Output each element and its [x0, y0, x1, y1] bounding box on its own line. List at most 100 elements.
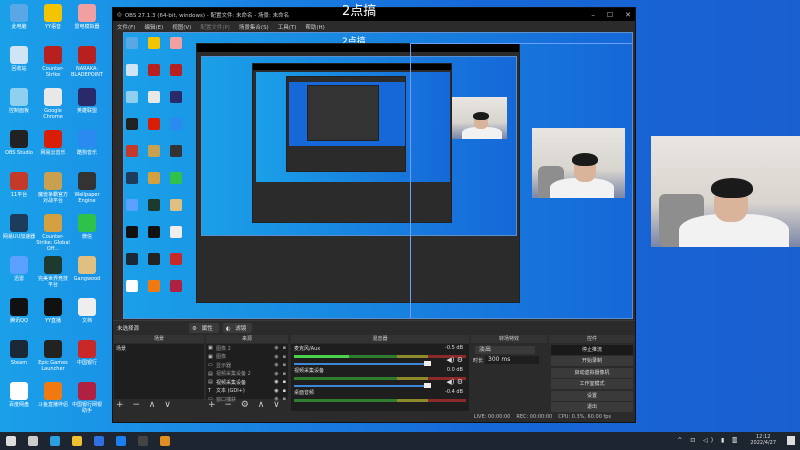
menu-edit[interactable]: 编辑(E) — [144, 23, 163, 31]
menu-scene-collection[interactable]: 场景集合(S) — [239, 23, 269, 31]
windows-icon[interactable] — [6, 436, 16, 446]
desktop-icon[interactable]: Wallpaper Engine — [70, 172, 104, 204]
maximize-button[interactable]: ☐ — [607, 11, 613, 19]
desktop-icon[interactable]: 文档 — [70, 298, 104, 324]
menu-profile[interactable]: 配置文件(P) — [200, 23, 230, 31]
speaker-icon[interactable]: ◀) ⚙ — [446, 378, 463, 386]
meter-level — [294, 355, 350, 358]
app-icon[interactable] — [94, 436, 104, 446]
desktop-icon[interactable]: 网易云音乐 — [36, 130, 70, 156]
source-item[interactable]: T 文本 (GDI+) ◉ ▪ — [206, 387, 288, 396]
source-item[interactable]: ▣ 图像 2 ◉ ▪ — [206, 344, 288, 353]
desktop-icon[interactable]: 11平台 — [2, 172, 36, 198]
app2-icon[interactable] — [160, 436, 170, 446]
preview-canvas[interactable]: 2点搞 — [123, 32, 633, 319]
system-tray[interactable]: ^ ⊡ ◁) ▮ 🀫 — [677, 437, 740, 445]
menu-help[interactable]: 帮助(H) — [305, 23, 324, 31]
notification-icon[interactable] — [787, 436, 795, 445]
desktop-icon[interactable]: Steam — [2, 340, 36, 366]
desktop-icon[interactable]: 魔兽争霸官方对战平台 — [36, 172, 70, 204]
eye-icon[interactable]: ◉ — [274, 345, 278, 351]
control-button[interactable]: 设置 — [551, 390, 633, 401]
lock-icon[interactable]: ▪ — [283, 388, 286, 394]
edge-icon[interactable] — [50, 436, 60, 446]
transition-select[interactable]: 淡出 — [475, 346, 535, 354]
eye-icon[interactable]: ◉ — [274, 379, 278, 385]
desktop-icon[interactable]: 斗鱼直播伴侣 — [36, 382, 70, 408]
desktop-icon[interactable]: 中国银行 — [70, 340, 104, 366]
eye-icon[interactable]: ◉ — [274, 371, 278, 377]
desktop-icon[interactable]: Counter-Strike — [36, 46, 70, 78]
close-button[interactable]: ✕ — [625, 11, 631, 19]
eye-icon[interactable]: ◉ — [274, 354, 278, 360]
desktop-icon[interactable]: NARAKA: BLADEPOINT — [70, 46, 104, 78]
desktop-icon[interactable]: 控制面板 — [2, 88, 36, 114]
desktop-icon[interactable]: 百度网盘 — [2, 382, 36, 408]
sources-dock: 来源 ▣ 图像 2 ◉ ▪ ▣ 图像 ◉ ▪ ▭ 显示器 ◉ ▪ ▤ 视频采集设备 2 ◉ ▪ ▤ 视频采集设备 ◉… — [206, 335, 288, 411]
volume-slider[interactable] — [294, 361, 432, 366]
clock[interactable]: 12:12 2022/4/27 — [750, 434, 776, 446]
desktop-icon[interactable]: 酷狗音乐 — [70, 130, 104, 156]
desktop-icon[interactable]: Epic Games Launcher — [36, 340, 70, 372]
desktop-icon[interactable]: 英雄联盟 — [70, 88, 104, 114]
source-item[interactable]: ▭ 显示器 ◉ ▪ — [206, 361, 288, 370]
eye-icon[interactable]: ◉ — [274, 388, 278, 394]
desktop-icon[interactable]: 雷电模拟器 — [70, 4, 104, 30]
obs-icon[interactable] — [138, 436, 148, 446]
app-icon — [10, 256, 28, 274]
desktop-icon[interactable]: 微信 — [70, 214, 104, 240]
app-icon — [44, 256, 62, 274]
app-icon — [44, 340, 62, 358]
control-button[interactable]: 启动虚拟摄像机 — [551, 367, 633, 378]
lock-icon[interactable]: ▪ — [283, 362, 286, 368]
desktop-icon[interactable]: 腾讯QQ — [2, 298, 36, 324]
desktop-icon[interactable]: 完美世界竞技平台 — [36, 256, 70, 288]
controls-title: 控件 — [549, 335, 635, 343]
source-item[interactable]: ▤ 视频采集设备 ◉ ▪ — [206, 378, 288, 387]
menu-view[interactable]: 视图(V) — [172, 23, 191, 31]
desktop-icon[interactable]: Counter-Strike: Global Off... — [36, 214, 70, 252]
preview-icon — [126, 199, 138, 211]
search-icon[interactable] — [28, 436, 38, 446]
filters-button[interactable]: ◐ 滤镜 — [222, 322, 253, 333]
file-explorer-icon[interactable] — [72, 436, 82, 446]
source-tools[interactable]: + − ⚙ ∧ ∨ — [208, 399, 283, 411]
desktop-icon[interactable]: YY直播 — [36, 298, 70, 324]
control-button[interactable]: 工作室模式 — [551, 379, 633, 389]
control-button[interactable]: 开始录制 — [551, 356, 633, 366]
app-icon — [10, 340, 28, 358]
preview-icon — [170, 118, 182, 130]
desktop-icon[interactable]: 回收站 — [2, 46, 36, 72]
lock-icon[interactable]: ▪ — [283, 354, 286, 360]
desktop-icon[interactable]: Gangwood — [70, 256, 104, 282]
desktop-icon[interactable]: YY语音 — [36, 4, 70, 30]
properties-button[interactable]: ⚙ 属性 — [189, 322, 219, 333]
channel-db: -0.5 dB — [445, 345, 463, 351]
properties-label: 属性 — [198, 324, 216, 333]
lock-icon[interactable]: ▪ — [283, 345, 286, 351]
lock-icon[interactable]: ▪ — [283, 396, 286, 402]
minimize-button[interactable]: – — [591, 11, 595, 19]
scene-item[interactable]: 场景 — [114, 344, 204, 353]
desktop-icon[interactable]: 中国银行网银助手 — [70, 382, 104, 414]
lock-icon[interactable]: ▪ — [283, 379, 286, 385]
desktop-icon[interactable]: 网易UU加速器 — [2, 214, 36, 240]
source-item[interactable]: ▣ 图像 ◉ ▪ — [206, 353, 288, 362]
desktop-icon[interactable]: OBS Studio — [2, 130, 36, 156]
menu-tools[interactable]: 工具(T) — [278, 23, 297, 31]
control-button[interactable]: 停止推流 — [551, 344, 633, 355]
preview-icon — [148, 253, 160, 265]
speaker-icon[interactable]: ◀) ⚙ — [446, 356, 463, 364]
duration-input[interactable]: 300 ms — [485, 356, 539, 364]
desktop-icon[interactable]: Google Chrome — [36, 88, 70, 120]
eye-icon[interactable]: ◉ — [274, 362, 278, 368]
source-item[interactable]: ▤ 视频采集设备 2 ◉ ▪ — [206, 370, 288, 379]
desktop-icon[interactable]: 此电脑 — [2, 4, 36, 30]
browser-icon[interactable] — [116, 436, 126, 446]
volume-slider[interactable] — [294, 383, 432, 388]
scene-tools[interactable]: + − ∧ ∨ — [116, 399, 174, 411]
lock-icon[interactable]: ▪ — [283, 371, 286, 377]
desktop-icon[interactable]: 迅雷 — [2, 256, 36, 282]
menu-file[interactable]: 文件(F) — [117, 23, 135, 31]
desktop-icon-label: YY直播 — [44, 318, 62, 324]
